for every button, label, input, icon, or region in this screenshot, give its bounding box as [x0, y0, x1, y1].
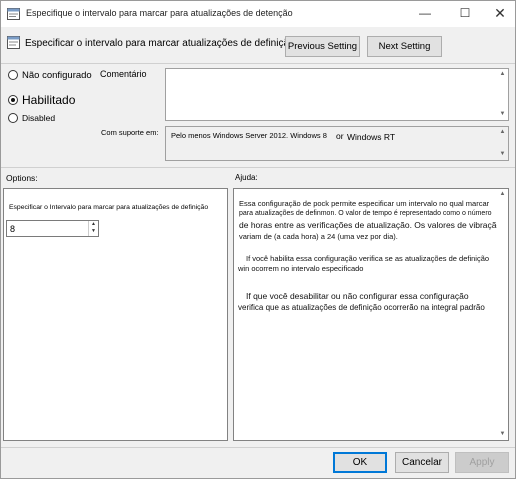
footer-divider: [1, 447, 515, 448]
ok-button[interactable]: OK: [333, 452, 387, 473]
comment-textbox[interactable]: ▲ ▼: [165, 68, 509, 121]
stepper-up-icon[interactable]: ▲: [89, 221, 98, 228]
scroll-down-icon[interactable]: ▼: [497, 429, 508, 440]
supported-on-label: Com suporte em:: [101, 128, 159, 137]
radio-disabled-label: Disabled: [22, 113, 56, 123]
supported-on-box: Pelo menos Windows Server 2012. Windows …: [165, 126, 509, 161]
policy-setting-icon: [7, 36, 20, 49]
radio-enabled-indicator[interactable]: [8, 95, 18, 105]
scroll-up-icon[interactable]: ▲: [497, 69, 508, 80]
help-paragraph-3: If que você desabilitar ou não configura…: [238, 290, 494, 313]
supported-on-value-2: or: [336, 131, 344, 141]
maximize-icon[interactable]: ☐: [456, 5, 474, 21]
help-label: Ajuda:: [235, 173, 258, 182]
help-text-line: If que você desabilitar ou não configura…: [246, 291, 469, 301]
help-text-line: verifica que as atualizações de definiçã…: [238, 303, 485, 312]
stepper-down-icon[interactable]: ▼: [89, 228, 98, 235]
scroll-down-icon[interactable]: ▼: [497, 109, 508, 120]
help-paragraph-2: If você habilita essa configuração verif…: [238, 254, 494, 274]
help-panel: Essa configuração de pock permite especi…: [233, 188, 509, 441]
stepper-buttons[interactable]: ▲ ▼: [88, 221, 98, 236]
policy-icon: [7, 8, 20, 20]
scroll-up-icon[interactable]: ▲: [497, 189, 508, 200]
help-text-line: variam de (a cada hora) a 24 (uma vez po…: [239, 232, 398, 241]
radio-not-configured-label: Não configurado: [22, 70, 92, 81]
previous-setting-button[interactable]: Previous Setting: [285, 36, 360, 57]
radio-not-configured-indicator[interactable]: [8, 70, 18, 80]
close-icon[interactable]: ✕: [491, 5, 509, 21]
next-setting-button[interactable]: Next Setting: [367, 36, 442, 57]
scroll-down-icon[interactable]: ▼: [497, 149, 508, 160]
supported-on-value-1: Pelo menos Windows Server 2012. Windows …: [171, 131, 327, 140]
supported-scrollbar[interactable]: ▲ ▼: [497, 127, 508, 160]
middle-divider: [1, 167, 515, 168]
minimize-icon[interactable]: —: [416, 5, 434, 21]
title-bar[interactable]: Especifique o intervalo para marcar para…: [1, 1, 515, 27]
comment-scrollbar[interactable]: ▲ ▼: [497, 69, 508, 120]
help-text-line: para atualizações de definmon. O valor d…: [239, 210, 492, 217]
supported-on-value-3: Windows RT: [347, 132, 396, 142]
radio-disabled-indicator[interactable]: [8, 113, 18, 123]
comment-label: Comentário: [100, 69, 147, 79]
radio-enabled-label: Habilitado: [22, 93, 76, 107]
header-divider: [1, 63, 515, 64]
help-text-line: de horas entre as verificações de atuali…: [239, 220, 502, 230]
options-label: Options:: [6, 173, 38, 183]
help-scrollbar[interactable]: ▲ ▼: [497, 189, 508, 440]
interval-stepper[interactable]: 8 ▲ ▼: [6, 220, 99, 237]
apply-button[interactable]: Apply: [455, 452, 509, 473]
interval-stepper-value[interactable]: 8: [10, 224, 15, 234]
cancel-button[interactable]: Cancelar: [395, 452, 449, 473]
window-title: Especifique o intervalo para marcar para…: [26, 8, 293, 18]
help-text-line: Essa configuração de pock permite especi…: [239, 199, 490, 208]
scroll-up-icon[interactable]: ▲: [497, 127, 508, 138]
policy-dialog: Especifique o intervalo para marcar para…: [0, 0, 516, 479]
setting-title: Especificar o intervalo para marcar atua…: [25, 38, 295, 49]
help-text-line: If você habilita essa configuração verif…: [246, 254, 490, 263]
help-paragraph-1: Essa configuração de pock permite especi…: [239, 199, 502, 242]
interval-field-label: Especificar o Intervalo para marcar para…: [9, 204, 209, 211]
help-text-line: win ocorrem no intervalo especificado: [238, 264, 364, 273]
